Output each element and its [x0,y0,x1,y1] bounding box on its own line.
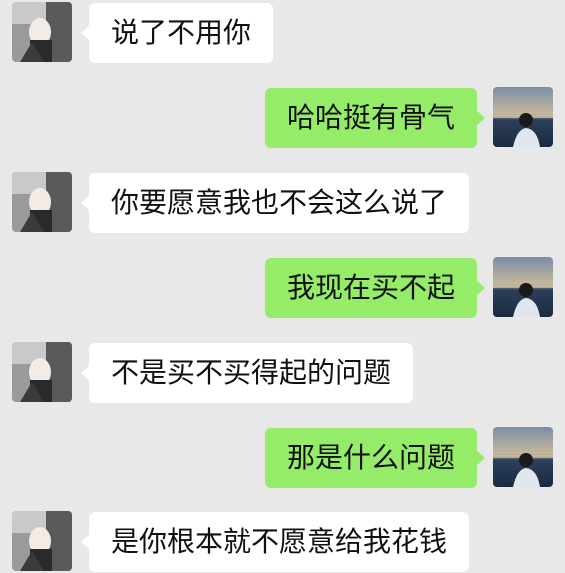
message-text: 不是买不买得起的问题 [111,356,392,389]
incoming-message-bubble[interactable]: 说了不用你 [81,3,274,63]
bubble-tail [476,280,485,296]
message-row-outgoing: 哈哈挺有骨气 [0,87,565,149]
outgoing-message-bubble[interactable]: 那是什么问题 [264,428,485,488]
bubble-tail [81,365,90,381]
message-row-incoming: 不是买不买得起的问题 [0,342,565,404]
message-text: 你要愿意我也不会这么说了 [111,186,448,219]
message-row-incoming: 是你根本就不愿意给我花钱 [0,511,565,573]
contact-avatar-icon[interactable] [12,2,72,62]
self-avatar-icon[interactable] [493,427,553,487]
self-avatar-icon[interactable] [493,87,553,147]
incoming-message-bubble[interactable]: 是你根本就不愿意给我花钱 [81,512,470,572]
contact-avatar-icon[interactable] [12,511,72,571]
self-avatar-icon[interactable] [493,257,553,317]
message-row-incoming: 你要愿意我也不会这么说了 [0,172,565,234]
bubble-tail [81,534,90,550]
message-text: 那是什么问题 [286,441,455,474]
chat-message-list: 说了不用你 哈哈挺有骨气 你要愿意我也不会这么说了 我现在买不起 不是买不买得起… [0,0,565,572]
contact-avatar-icon[interactable] [12,342,72,402]
outgoing-message-bubble[interactable]: 我现在买不起 [264,258,485,318]
incoming-message-bubble[interactable]: 不是买不买得起的问题 [81,343,414,403]
incoming-message-bubble[interactable]: 你要愿意我也不会这么说了 [81,173,470,233]
bubble-tail [476,450,485,466]
message-row-outgoing: 那是什么问题 [0,427,565,489]
message-row-incoming: 说了不用你 [0,2,565,64]
bubble-tail [476,110,485,126]
message-text: 是你根本就不愿意给我花钱 [111,525,448,558]
bubble-tail [81,195,90,211]
bubble-tail [81,25,90,41]
message-text: 说了不用你 [111,16,252,49]
message-row-outgoing: 我现在买不起 [0,257,565,319]
contact-avatar-icon[interactable] [12,172,72,232]
outgoing-message-bubble[interactable]: 哈哈挺有骨气 [264,88,485,148]
message-text: 哈哈挺有骨气 [286,101,455,134]
message-text: 我现在买不起 [286,271,455,304]
